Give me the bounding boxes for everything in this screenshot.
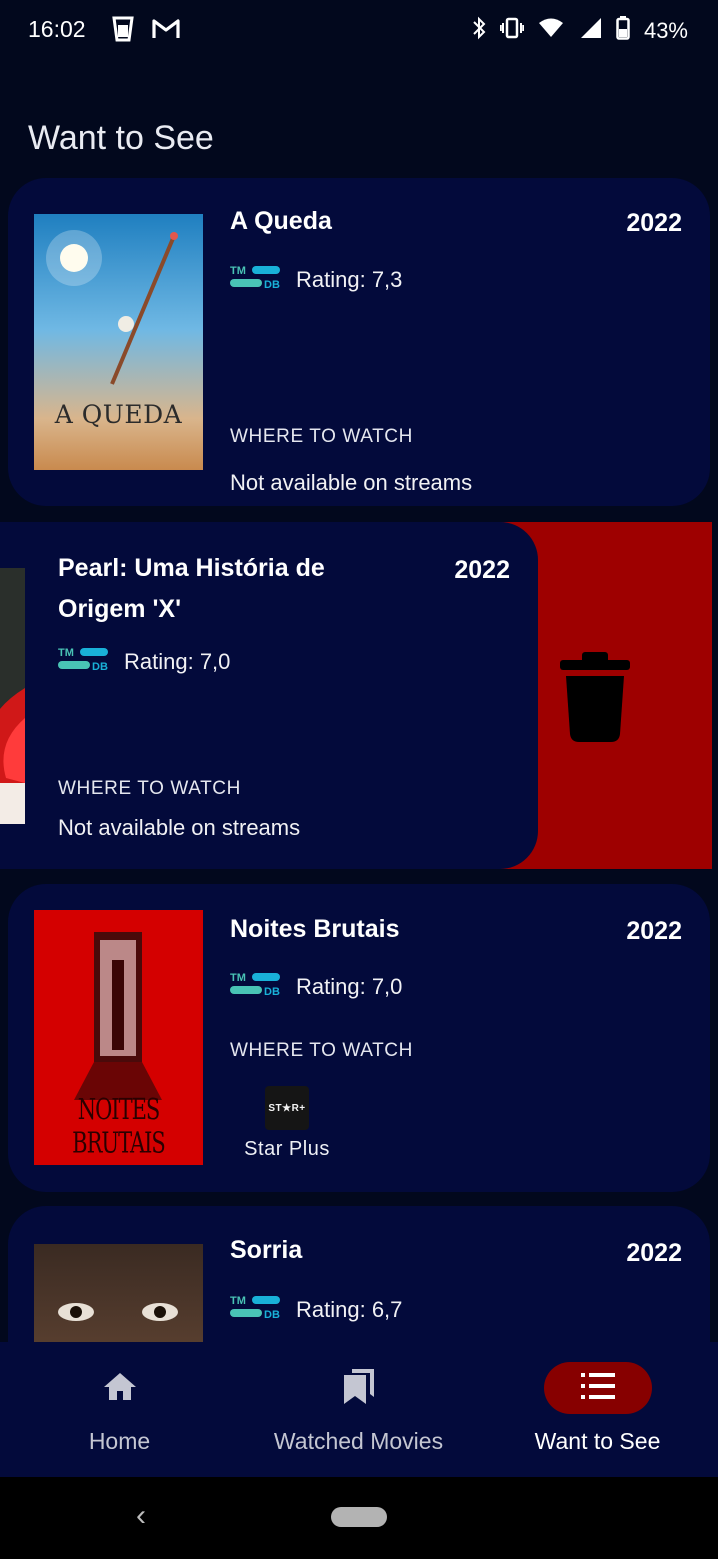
where-to-watch-label: WHERE TO WATCH [230,426,413,447]
movie-card[interactable]: Pearl: Uma História de Origem 'X' 2022 T… [0,522,538,869]
nav-home[interactable]: Home [0,1342,239,1477]
bluetooth-icon [472,16,486,46]
movie-poster: A QUEDA [34,214,203,470]
movie-card[interactable]: Sorria 2022 TM DB Rating: 6,7 [8,1206,710,1342]
bottom-navigation: Home Watched Movies Want to See [0,1342,718,1477]
home-icon [103,1371,137,1406]
status-bar: 16:02 43% [0,0,718,62]
movie-title: Noites Brutais [230,915,400,943]
battery-icon [616,16,630,46]
list-icon [580,1372,615,1404]
tmdb-logo-icon: TM DB [58,646,110,678]
movie-year: 2022 [626,917,682,945]
svg-text:DB: DB [92,661,108,672]
movie-year: 2022 [626,1239,682,1267]
movie-card[interactable]: A QUEDA A Queda 2022 TM DB Rating: 7,3 W… [8,178,710,506]
movie-year: 2022 [626,209,682,237]
tmdb-logo-icon: TM DB [230,1294,282,1326]
movie-title: Pearl: Uma História de Origem 'X' [58,554,325,623]
tmdb-logo-icon: TM DB [230,971,282,1003]
movie-title: Sorria [230,1236,303,1264]
tmdb-logo-icon: TM DB [230,264,282,296]
movie-rating: Rating: 7,3 [296,267,403,292]
svg-text:TM: TM [230,265,246,277]
movie-rating: Rating: 7,0 [124,649,231,674]
svg-text:DB: DB [264,986,280,997]
beer-glass-icon [112,16,134,47]
signal-icon [578,17,602,45]
movie-rating: Rating: 7,0 [296,974,403,999]
nav-label: Watched Movies [273,1428,444,1454]
battery-percent: 43% [643,18,688,43]
poster-title: A QUEDA [54,400,183,429]
svg-text:TM: TM [58,647,74,659]
availability-text: Not available on streams [230,470,473,495]
movie-title: A Queda [230,207,332,235]
nav-label: Home [88,1428,151,1454]
svg-text:TM: TM [230,1295,246,1307]
movie-list[interactable]: A QUEDA A Queda 2022 TM DB Rating: 7,3 W… [0,160,718,1342]
status-time: 16:02 [28,16,86,42]
svg-text:DB: DB [264,1309,280,1320]
vibrate-icon [499,17,525,45]
star-plus-logo: ST★R+ [265,1086,309,1130]
movie-rating: Rating: 6,7 [296,1297,403,1322]
nav-label: Want to See [534,1428,661,1454]
nav-want-to-see[interactable]: Want to See [478,1342,717,1477]
movie-poster: NOITES BRUTAIS [34,910,203,1165]
movie-year: 2022 [454,556,510,584]
bookmarks-icon [342,1367,376,1410]
svg-text:DB: DB [264,279,280,290]
trash-icon[interactable] [560,652,630,747]
poster-title: NOITES BRUTAIS [72,1092,166,1160]
wifi-icon [538,17,564,45]
where-to-watch-label: WHERE TO WATCH [58,778,241,799]
home-pill[interactable] [331,1507,387,1527]
availability-text: Not available on streams [58,815,301,840]
nav-watched-movies[interactable]: Watched Movies [239,1342,478,1477]
movie-card[interactable]: NOITES BRUTAIS Noites Brutais 2022 TM DB… [8,884,710,1192]
page-title: Want to See [28,118,214,157]
movie-poster [0,568,25,824]
gmail-icon [152,18,180,45]
provider-name: Star Plus [244,1138,330,1160]
svg-text:TM: TM [230,972,246,984]
system-navigation-bar: ‹ [0,1477,718,1559]
streaming-provider[interactable]: ST★R+ Star Plus [237,1086,337,1161]
back-icon[interactable]: ‹ [136,1499,146,1533]
where-to-watch-label: WHERE TO WATCH [230,1040,413,1061]
swipe-row[interactable]: Pearl: Uma História de Origem 'X' 2022 T… [0,522,712,869]
movie-poster [34,1244,203,1342]
